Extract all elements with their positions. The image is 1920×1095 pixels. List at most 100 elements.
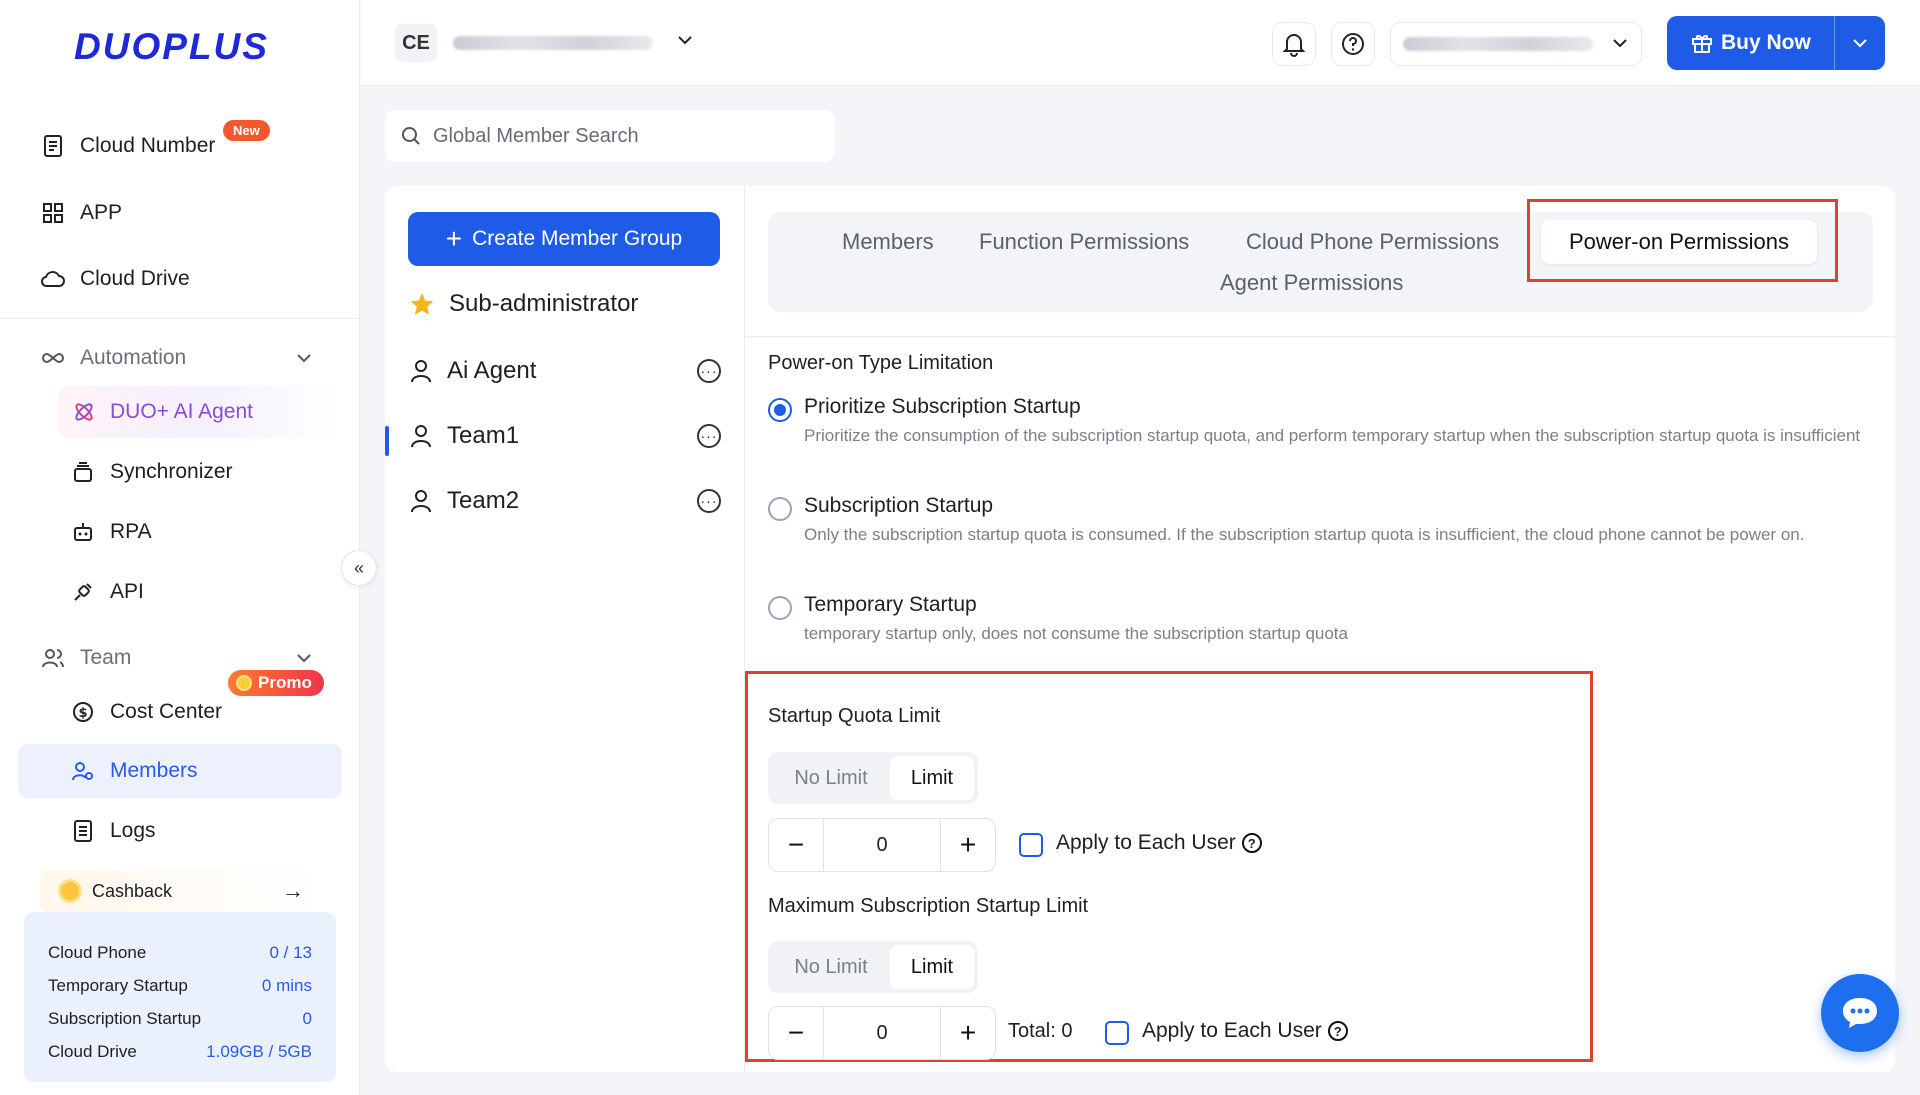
apply-each-user-checkbox[interactable] [1105, 1021, 1129, 1045]
sidebar-item-cost-center[interactable]: $ Cost Center [70, 692, 222, 732]
help-button[interactable] [1331, 22, 1375, 66]
radio-subscription-startup[interactable] [768, 497, 792, 521]
apply-each-user-label: Apply to Each User ? [1056, 831, 1262, 855]
dollar-circle-icon: $ [70, 699, 96, 725]
chat-support-button[interactable] [1821, 974, 1899, 1052]
collapse-sidebar-button[interactable]: « [341, 550, 377, 586]
sidebar-item-api[interactable]: API [70, 572, 144, 612]
sidebar-item-label: Cost Center [110, 700, 223, 723]
plug-icon [70, 579, 96, 605]
svg-text:$: $ [78, 706, 87, 721]
increment-button[interactable]: + [941, 1007, 995, 1059]
infinity-icon [40, 345, 66, 371]
top-bar: CE Buy Now [361, 0, 1920, 86]
sidebar-item-logs[interactable]: Logs [70, 811, 156, 851]
limit-option[interactable]: Limit [890, 756, 974, 800]
usage-summary: Cloud Phone 0 / 13 Temporary Startup 0 m… [24, 912, 336, 1082]
sidebar-item-members[interactable]: Members [70, 751, 198, 791]
tab-agent-permissions[interactable]: Agent Permissions [1220, 270, 1403, 296]
plus-icon: + [445, 223, 463, 254]
group-item-team2[interactable]: Team2 ··· [409, 487, 721, 515]
global-member-search[interactable]: Global Member Search [385, 110, 835, 162]
cashback-label: Cashback [92, 880, 173, 901]
user-icon [409, 424, 433, 448]
sidebar-item-label: API [110, 580, 144, 603]
increment-button[interactable]: + [941, 819, 995, 871]
promo-badge: Promo [228, 670, 324, 696]
sidebar-item-cloud-number[interactable]: Cloud Number [40, 126, 215, 166]
create-member-group-button[interactable]: + Create Member Group [408, 212, 720, 266]
tab-function-permissions[interactable]: Function Permissions [979, 229, 1189, 255]
chevron-down-icon [1852, 38, 1868, 48]
tab-members[interactable]: Members [842, 229, 934, 255]
startup-quota-toggle: No Limit Limit [768, 752, 978, 804]
radio-temporary-startup[interactable] [768, 596, 792, 620]
sidebar-item-cloud-drive[interactable]: Cloud Drive [40, 259, 190, 299]
more-options-icon[interactable]: ··· [697, 489, 721, 513]
max-subscription-title: Maximum Subscription Startup Limit [768, 895, 1089, 917]
apply-each-user-checkbox[interactable] [1019, 833, 1043, 857]
apply-each-user-label: Apply to Each User ? [1142, 1019, 1348, 1043]
sidebar-group-automation[interactable]: Automation [40, 338, 320, 378]
help-icon[interactable]: ? [1327, 1021, 1348, 1041]
startup-quota-stepper: − 0 + [768, 818, 996, 872]
bell-icon [1282, 31, 1306, 57]
chat-bubble-icon [1840, 995, 1880, 1031]
more-options-icon[interactable]: ··· [697, 359, 721, 383]
quota-input[interactable]: 0 [823, 819, 941, 871]
buy-now-button[interactable]: Buy Now [1667, 16, 1885, 70]
chevron-down-icon [296, 653, 312, 663]
group-name: Ai Agent [447, 357, 537, 384]
more-options-icon[interactable]: ··· [697, 424, 721, 448]
group-item-team1[interactable]: Team1 ··· [409, 422, 721, 450]
no-limit-option[interactable]: No Limit [772, 945, 890, 989]
stack-icon [70, 459, 96, 485]
sidebar-item-synchronizer[interactable]: Synchronizer [70, 452, 233, 492]
org-avatar[interactable]: CE [395, 24, 437, 62]
notification-button[interactable] [1272, 22, 1316, 66]
max-input[interactable]: 0 [823, 1007, 941, 1059]
arrow-right-icon: → [282, 878, 304, 903]
search-icon [401, 126, 421, 146]
tab-cloud-phone-permissions[interactable]: Cloud Phone Permissions [1246, 229, 1499, 255]
total-label: Total: 0 [1008, 1020, 1073, 1042]
usage-label: Subscription Startup [48, 1008, 202, 1028]
account-menu[interactable] [1390, 22, 1642, 66]
max-subscription-stepper: − 0 + [768, 1006, 996, 1060]
group-name: Sub-administrator [449, 290, 639, 317]
buy-options-dropdown[interactable] [1835, 38, 1885, 48]
chevron-down-icon[interactable] [676, 34, 694, 46]
org-name-redacted [453, 36, 653, 50]
radio-prioritize-subscription[interactable] [768, 398, 792, 422]
group-label: Team [80, 646, 132, 669]
group-name: Team1 [447, 422, 520, 449]
limit-option[interactable]: Limit [890, 945, 974, 989]
active-group-indicator [385, 426, 389, 456]
decrement-button[interactable]: − [769, 1007, 823, 1059]
robot-icon [70, 519, 96, 545]
coin-icon [58, 879, 82, 903]
usage-row: Temporary Startup 0 mins [48, 969, 312, 1002]
usage-label: Cloud Drive [48, 1041, 137, 1061]
cashback-banner[interactable]: Cashback → [40, 870, 322, 912]
sidebar-item-rpa[interactable]: RPA [70, 512, 152, 552]
sidebar-item-label: Members [110, 759, 198, 782]
help-icon[interactable]: ? [1241, 833, 1262, 853]
group-item-sub-administrator[interactable]: Sub-administrator [409, 290, 721, 318]
group-item-ai-agent[interactable]: Ai Agent ··· [409, 357, 721, 385]
option-label: Prioritize Subscription Startup [804, 395, 1081, 418]
coin-icon [236, 675, 252, 691]
user-icon [409, 359, 433, 383]
buy-now-label: Buy Now [1721, 31, 1811, 54]
sidebar-item-app[interactable]: APP [40, 193, 122, 233]
no-limit-option[interactable]: No Limit [772, 756, 890, 800]
buy-now-main[interactable]: Buy Now [1667, 16, 1835, 70]
duoplus-logo[interactable]: DUOPLUS [74, 26, 269, 68]
usage-label: Temporary Startup [48, 975, 188, 995]
sidebar-item-ai-agent[interactable]: DUO+ AI Agent [58, 386, 340, 438]
decrement-button[interactable]: − [769, 819, 823, 871]
usage-value: 0 mins [261, 975, 312, 995]
option-description: Only the subscription startup quota is c… [804, 525, 1805, 544]
new-badge: New [223, 120, 270, 141]
log-icon [70, 818, 96, 844]
